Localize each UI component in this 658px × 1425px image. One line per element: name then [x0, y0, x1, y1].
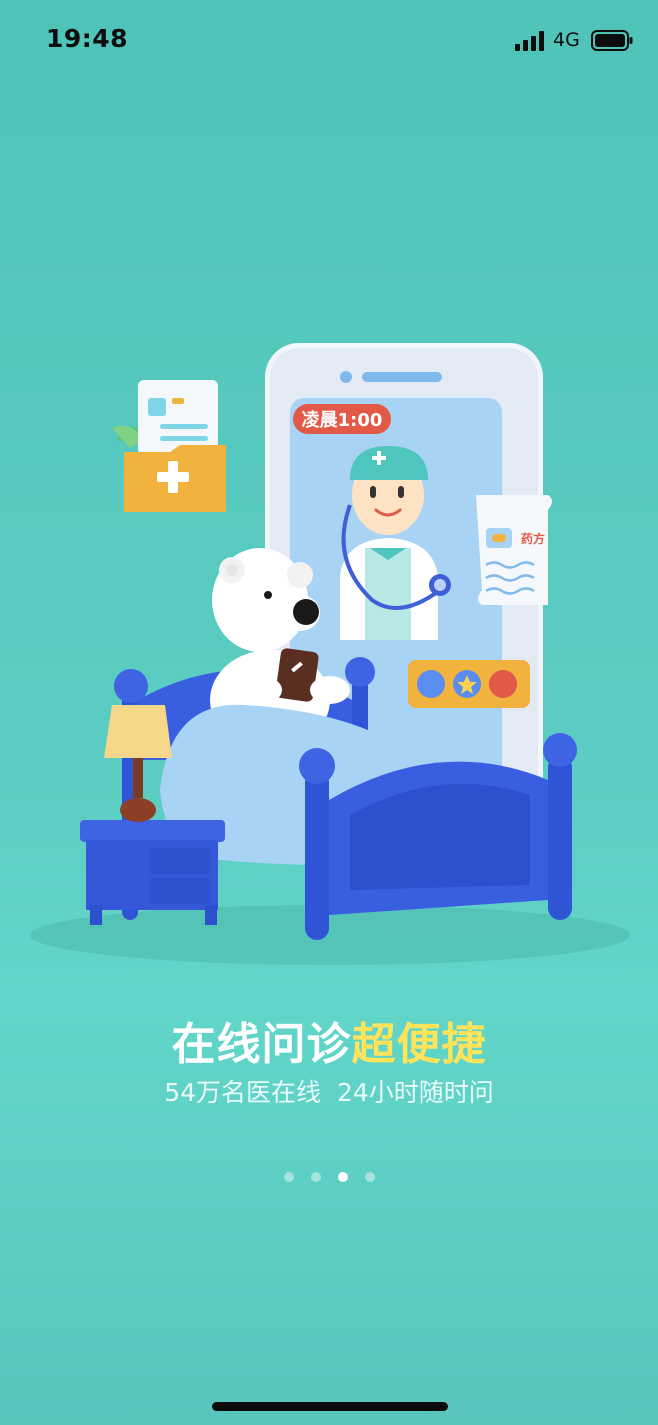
- rating-bar: [408, 660, 530, 708]
- network-type: 4G: [553, 29, 580, 51]
- cellular-signal-icon: [515, 31, 544, 51]
- time-badge: 凌晨1:00: [293, 404, 391, 434]
- battery-icon: [591, 30, 633, 51]
- status-time: 19:48: [46, 24, 129, 53]
- page-indicator[interactable]: [0, 1172, 658, 1182]
- onboarding-subtitle: 54万名医在线 24小时随时问: [164, 1078, 494, 1107]
- onboarding-headline: 在线问诊超便捷: [0, 1008, 658, 1072]
- page-dot-2[interactable]: [310, 1172, 321, 1182]
- medical-folder: [112, 380, 226, 512]
- page-dot-1[interactable]: [283, 1172, 294, 1182]
- page-dot-3-active[interactable]: [337, 1172, 348, 1182]
- nightstand: [80, 820, 225, 925]
- onboarding-illustration: 凌晨1:00 药方: [30, 343, 630, 965]
- lamp: [104, 705, 172, 822]
- headline-part-1: 在线问诊: [171, 1019, 352, 1070]
- home-indicator[interactable]: [212, 1402, 448, 1411]
- page-dot-4[interactable]: [364, 1172, 375, 1182]
- prescription-label: 药方: [521, 531, 545, 546]
- status-bar: 19:48 4G: [0, 0, 658, 80]
- prescription-note: 药方: [476, 495, 552, 605]
- headline-part-2: 超便捷: [351, 1019, 487, 1070]
- time-badge-text: 凌晨1:00: [302, 409, 383, 431]
